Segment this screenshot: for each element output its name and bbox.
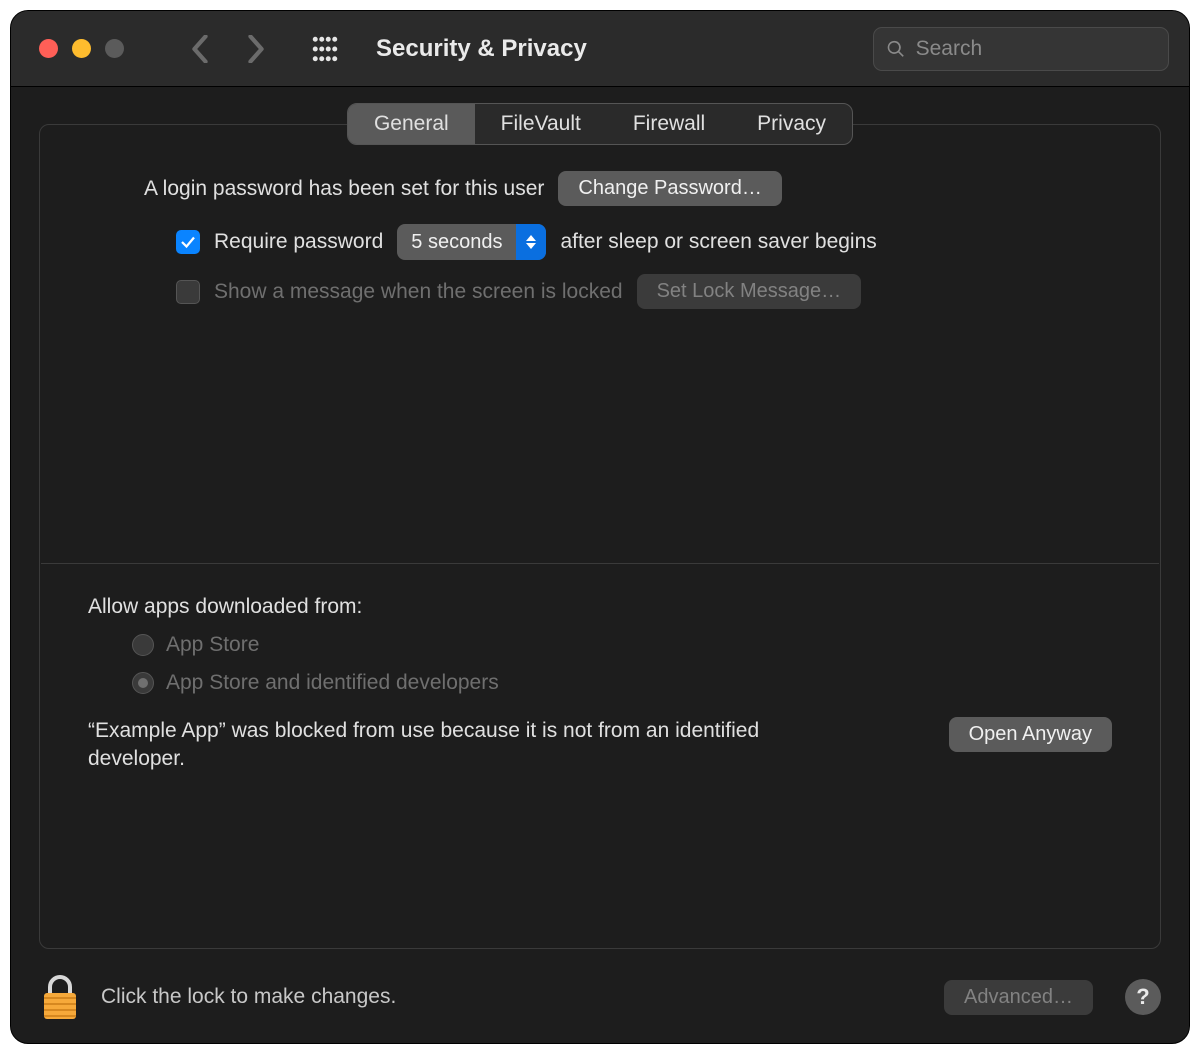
set-lock-message-button[interactable]: Set Lock Message… xyxy=(637,274,862,309)
content-area: General FileVault Firewall Privacy A log… xyxy=(11,87,1189,1043)
allow-apps-option-identified-developers[interactable]: App Store and identified developers xyxy=(132,671,1112,695)
tab-privacy[interactable]: Privacy xyxy=(731,104,852,144)
preferences-window: Security & Privacy General FileVault Fir… xyxy=(10,10,1190,1044)
tab-firewall[interactable]: Firewall xyxy=(607,104,731,144)
minimize-window-button[interactable] xyxy=(72,39,91,58)
login-password-row: A login password has been set for this u… xyxy=(144,171,1112,206)
show-lock-message-label: Show a message when the screen is locked xyxy=(214,280,623,304)
search-field[interactable] xyxy=(873,27,1169,71)
back-button[interactable] xyxy=(190,35,210,63)
lock-button[interactable] xyxy=(39,973,81,1021)
require-password-delay-select[interactable]: 5 seconds xyxy=(397,224,546,260)
divider xyxy=(41,563,1159,564)
updown-arrows-icon xyxy=(516,224,546,260)
radio-button xyxy=(132,672,154,694)
zoom-window-button[interactable] xyxy=(105,39,124,58)
blocked-app-message: “Example App” was blocked from use becau… xyxy=(88,717,788,774)
checkmark-icon xyxy=(179,233,197,251)
allow-apps-option-appstore[interactable]: App Store xyxy=(132,633,1112,657)
require-password-delay-value: 5 seconds xyxy=(397,231,516,254)
nav-arrows xyxy=(190,35,266,63)
tab-filevault[interactable]: FileVault xyxy=(475,104,607,144)
close-window-button[interactable] xyxy=(39,39,58,58)
after-sleep-text: after sleep or screen saver begins xyxy=(560,230,876,254)
advanced-button[interactable]: Advanced… xyxy=(944,980,1093,1015)
open-anyway-button[interactable]: Open Anyway xyxy=(949,717,1112,752)
footer: Click the lock to make changes. Advanced… xyxy=(39,973,1161,1021)
search-icon xyxy=(886,38,906,60)
show-lock-message-checkbox[interactable] xyxy=(176,280,200,304)
login-password-text: A login password has been set for this u… xyxy=(144,177,544,201)
show-lock-message-row: Show a message when the screen is locked… xyxy=(176,274,1112,309)
window-controls xyxy=(39,39,124,58)
apps-grid-icon xyxy=(312,36,338,62)
change-password-button[interactable]: Change Password… xyxy=(558,171,781,206)
help-button[interactable]: ? xyxy=(1125,979,1161,1015)
allow-apps-title: Allow apps downloaded from: xyxy=(88,595,1112,619)
radio-label: App Store xyxy=(166,633,259,657)
forward-button[interactable] xyxy=(246,35,266,63)
show-all-prefs-button[interactable] xyxy=(312,36,338,62)
require-password-row: Require password 5 seconds after sleep o… xyxy=(176,224,1112,260)
general-pane: A login password has been set for this u… xyxy=(39,124,1161,949)
lock-icon xyxy=(39,973,81,1021)
require-password-checkbox[interactable] xyxy=(176,230,200,254)
lock-hint-text: Click the lock to make changes. xyxy=(101,985,396,1009)
radio-button xyxy=(132,634,154,656)
blocked-app-row: “Example App” was blocked from use becau… xyxy=(88,717,1112,774)
require-password-label: Require password xyxy=(214,230,383,254)
search-input[interactable] xyxy=(916,37,1156,61)
toolbar: Security & Privacy xyxy=(11,11,1189,87)
window-title: Security & Privacy xyxy=(376,35,587,63)
tab-bar: General FileVault Firewall Privacy xyxy=(347,103,853,145)
allow-apps-section: Allow apps downloaded from: App Store Ap… xyxy=(88,595,1112,774)
radio-label: App Store and identified developers xyxy=(166,671,499,695)
tab-general[interactable]: General xyxy=(348,104,475,144)
